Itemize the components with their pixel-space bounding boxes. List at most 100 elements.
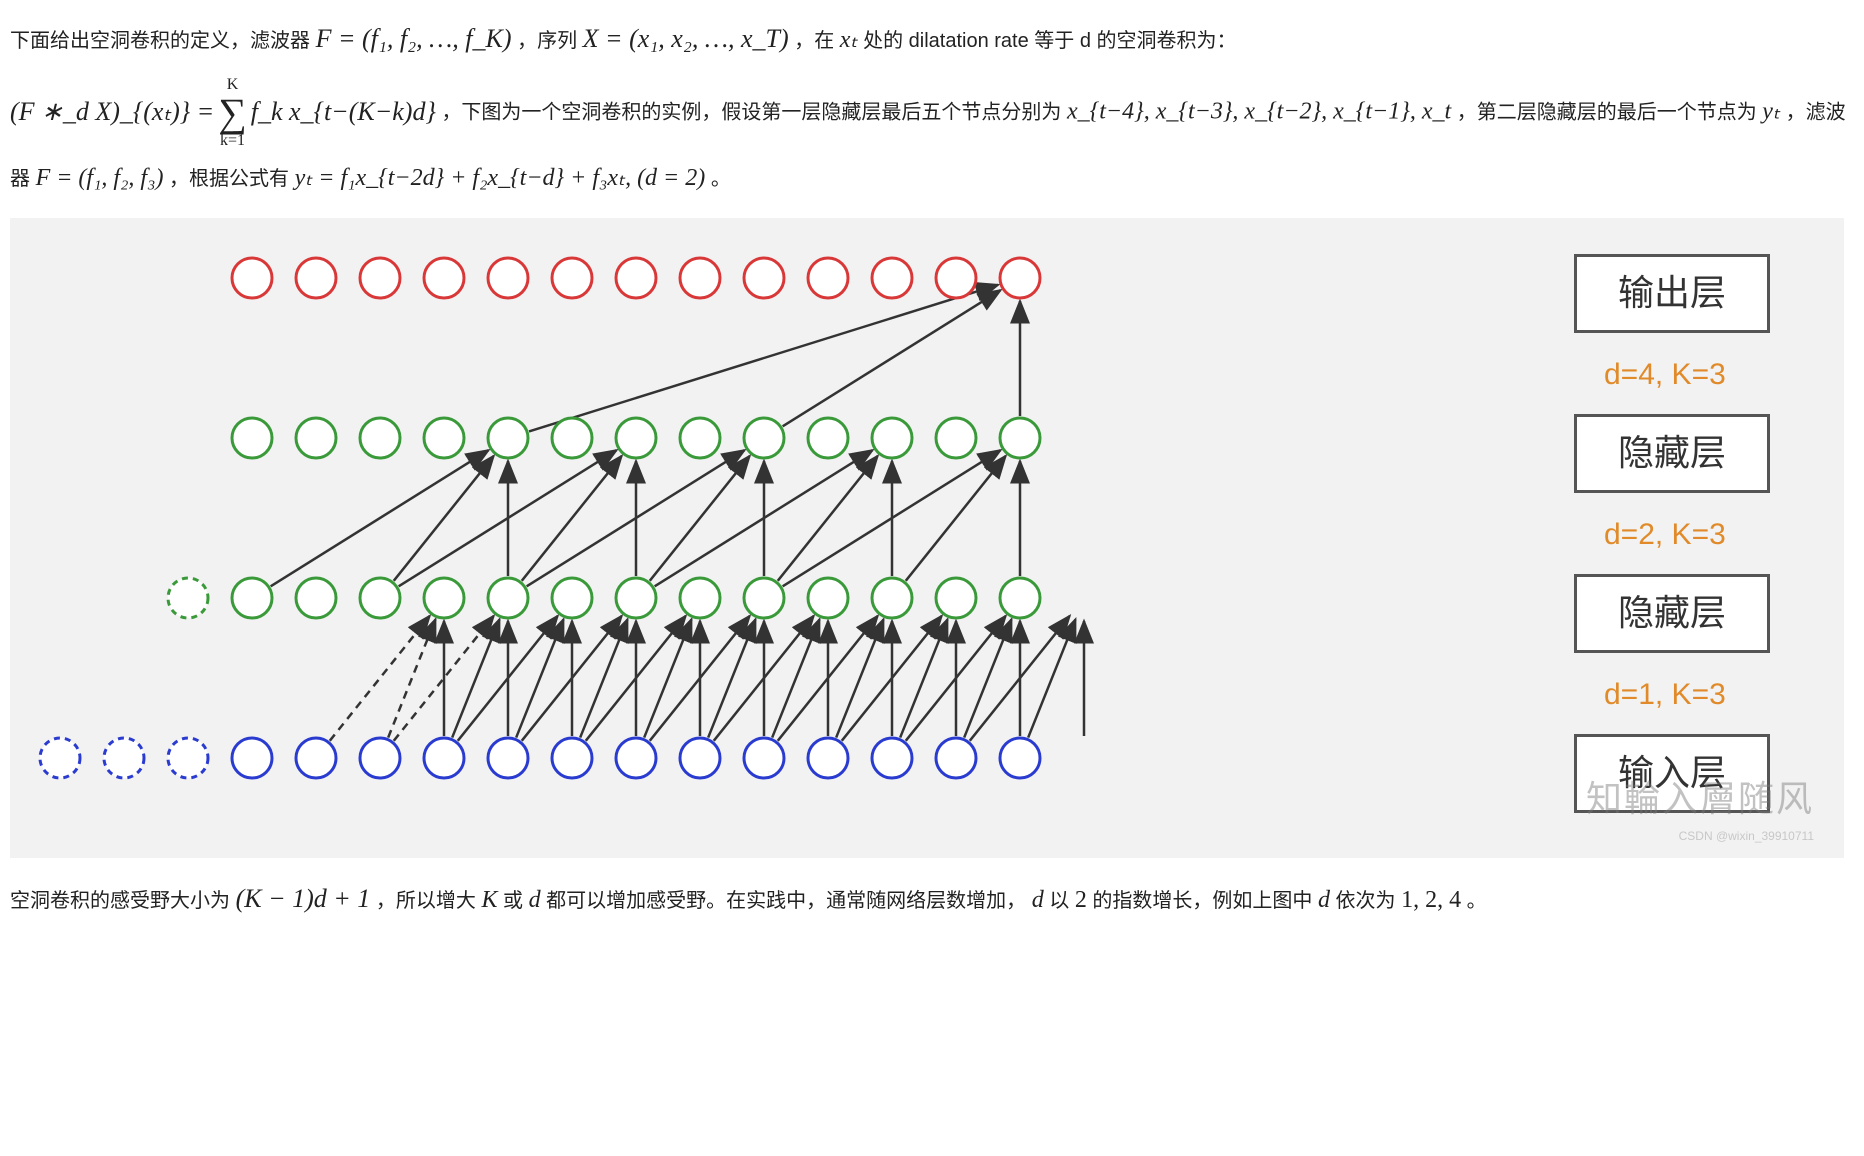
text: 以 <box>1049 890 1075 912</box>
node-circle <box>936 738 976 778</box>
node-circle <box>488 738 528 778</box>
arrow <box>394 456 494 581</box>
text: 空洞卷积的感受野大小为 <box>10 890 236 912</box>
text: ，所以增大 <box>376 890 482 912</box>
math-yt-eq: yₜ = f₁x_{t−2d} + f₂x_{t−d} + f₃xₜ, (d =… <box>295 165 706 191</box>
node-circle <box>296 418 336 458</box>
node-circle <box>616 738 656 778</box>
node-circle <box>936 418 976 458</box>
watermark-source: CSDN @wixin_39910711 <box>1679 826 1814 848</box>
node-circle <box>872 418 912 458</box>
node-circle <box>808 738 848 778</box>
arrow <box>522 456 622 581</box>
definition-paragraph-1: 下面给出空洞卷积的定义，滤波器 F = (f₁, f₂, …, f_K) ，序列… <box>10 16 1854 63</box>
arrow <box>271 450 489 586</box>
node-circle <box>552 738 592 778</box>
node-circle <box>552 418 592 458</box>
node-circle <box>552 578 592 618</box>
node-circle <box>360 258 400 298</box>
text: 。 <box>711 168 731 190</box>
node-circle <box>424 418 464 458</box>
text: 都可以增加感受野。在实践中，通常随网络层数增加， <box>546 890 1032 912</box>
arrow <box>330 616 430 741</box>
math-seq124: 1, 2, 4 <box>1401 887 1461 913</box>
node-circle <box>488 578 528 618</box>
math-filter-F: F = (f₁, f₂, …, f_K) <box>316 24 512 53</box>
node-circle <box>168 578 208 618</box>
node-circle <box>1000 738 1040 778</box>
node-circle <box>1000 418 1040 458</box>
node-circle <box>872 258 912 298</box>
text: 下面给出空洞卷积的定义，滤波器 <box>10 30 316 52</box>
node-circle <box>424 578 464 618</box>
definition-formula-row: (F ∗_d X)_{(xₜ)} = K ∑ k=1 f_k x_{t−(K−k… <box>10 69 1854 200</box>
node-circle <box>360 418 400 458</box>
node-circle <box>680 578 720 618</box>
node-circle <box>296 578 336 618</box>
node-circle <box>744 418 784 458</box>
node-circle <box>40 738 80 778</box>
node-circle <box>936 258 976 298</box>
math-seq-X: X = (x₁, x₂, …, x_T) <box>583 24 789 53</box>
node-circle <box>232 738 272 778</box>
layer-param-label: d=4, K=3 <box>1604 348 1726 402</box>
node-circle <box>552 258 592 298</box>
text: ，第二层隐藏层的最后一个节点为 <box>1457 101 1763 123</box>
node-circle <box>424 738 464 778</box>
arrow <box>778 456 878 581</box>
node-circle <box>232 418 272 458</box>
math-yt: yₜ <box>1762 98 1780 124</box>
math-two: 2 <box>1075 887 1087 913</box>
node-circle <box>808 578 848 618</box>
text: 。 <box>1467 890 1487 912</box>
node-circle <box>104 738 144 778</box>
node-circle <box>680 258 720 298</box>
node-circle <box>808 418 848 458</box>
node-circle <box>296 738 336 778</box>
node-circle <box>744 738 784 778</box>
node-circle <box>616 418 656 458</box>
text: ，下图为一个空洞卷积的实例，假设第一层隐藏层最后五个节点分别为 <box>441 101 1067 123</box>
node-circle <box>1000 578 1040 618</box>
math-K: K <box>481 887 497 913</box>
text: 依次为 <box>1336 890 1402 912</box>
math-filter-F3: F = (f₁, f₂, f₃) <box>36 165 164 191</box>
sigma-icon: ∑ <box>218 93 247 133</box>
text: 或 <box>503 890 529 912</box>
layer-label-box: 隐藏层 <box>1574 574 1770 653</box>
math-d3: d <box>1318 887 1330 913</box>
math-d2: d <box>1032 887 1044 913</box>
node-circle <box>744 578 784 618</box>
layer-labels-column: 输出层d=4, K=3隐藏层d=2, K=3隐藏层d=1, K=3输入层 <box>1514 218 1824 858</box>
text: ，根据公式有 <box>169 168 295 190</box>
text: 的指数增长，例如上图中 <box>1092 890 1318 912</box>
math-nodes: x_{t−4}, x_{t−3}, x_{t−2}, x_{t−1}, x_t <box>1067 98 1451 124</box>
node-circle <box>872 578 912 618</box>
layer-label-box: 输出层 <box>1574 254 1770 333</box>
arrow <box>529 285 998 432</box>
dilated-conv-diagram: 输出层d=4, K=3隐藏层d=2, K=3隐藏层d=1, K=3输入层 知輪入… <box>10 218 1844 858</box>
math-xt: xₜ <box>840 27 858 53</box>
node-circle <box>296 258 336 298</box>
node-circle <box>1000 258 1040 298</box>
node-circle <box>872 738 912 778</box>
layer-label-box: 隐藏层 <box>1574 414 1770 493</box>
text: 处的 dilatation rate 等于 d 的空洞卷积为： <box>863 30 1236 52</box>
summation-symbol: K ∑ k=1 <box>218 77 247 149</box>
diagram-svg <box>10 218 1510 858</box>
node-circle <box>680 738 720 778</box>
node-circle <box>424 258 464 298</box>
node-circle <box>808 258 848 298</box>
text: ，在 <box>794 30 840 52</box>
formula-lhs: (F ∗_d X)_{(xₜ)} = <box>10 89 214 136</box>
node-circle <box>936 578 976 618</box>
node-circle <box>168 738 208 778</box>
layer-param-label: d=1, K=3 <box>1604 668 1726 722</box>
node-circle <box>232 258 272 298</box>
node-circle <box>616 578 656 618</box>
node-circle <box>616 258 656 298</box>
math-d: d <box>529 887 541 913</box>
arrow <box>783 290 1001 426</box>
node-circle <box>360 578 400 618</box>
dilated-conv-formula: (F ∗_d X)_{(xₜ)} = K ∑ k=1 f_k x_{t−(K−k… <box>10 77 436 149</box>
